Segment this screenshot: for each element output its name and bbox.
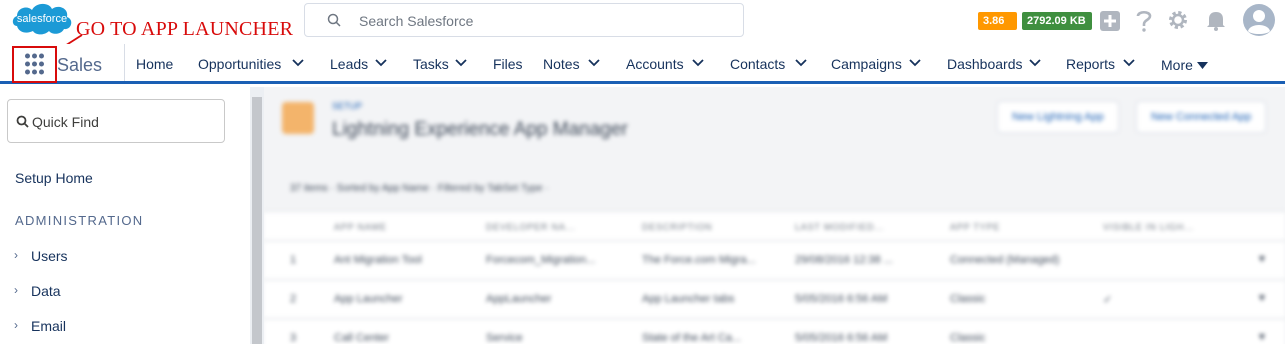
- chevron-down-icon[interactable]: [455, 59, 467, 67]
- column-header[interactable]: DESCRIPTION: [642, 222, 712, 232]
- search-icon: [16, 115, 29, 128]
- chevron-down-icon[interactable]: [1123, 59, 1135, 67]
- nav-item-contacts[interactable]: Contacts: [730, 56, 785, 72]
- cell-last-modified: 29/08/2016 12:38 ...: [795, 254, 893, 266]
- search-placeholder: Search Salesforce: [359, 13, 474, 29]
- chevron-down-icon[interactable]: [292, 59, 304, 67]
- chevron-right-icon[interactable]: ›: [14, 283, 18, 297]
- notification-bell-icon[interactable]: [1205, 9, 1227, 31]
- row-menu-icon[interactable]: ▼: [1257, 254, 1267, 265]
- new-lightning-app-button[interactable]: New Lightning App: [997, 101, 1119, 133]
- quick-find-placeholder: Quick Find: [32, 114, 99, 130]
- gear-icon[interactable]: [1167, 9, 1189, 31]
- chevron-down-icon[interactable]: [692, 59, 704, 67]
- cell-visible: ✓: [1103, 294, 1113, 306]
- global-header: salesforce Search Salesforce 3.86 s 2792…: [0, 0, 1285, 52]
- sidebar-scrollbar[interactable]: [250, 87, 264, 344]
- cell-developer-name: Forcecom_Migration...: [486, 254, 596, 266]
- column-header[interactable]: APP NAME: [334, 222, 387, 232]
- cell-description: App Launcher tabs: [642, 293, 735, 305]
- nav-item-leads[interactable]: Leads: [330, 56, 368, 72]
- tree-item-users[interactable]: Users: [31, 248, 68, 264]
- nav-divider: [124, 44, 125, 81]
- section-heading-administration: ADMINISTRATION: [15, 213, 144, 228]
- column-header[interactable]: APP TYPE: [950, 222, 1000, 232]
- new-connected-app-button[interactable]: New Connected App: [1136, 101, 1267, 133]
- table-row[interactable]: 2 App Launcher AppLauncher App Launcher …: [264, 281, 1285, 319]
- cell-app-name: App Launcher: [334, 293, 403, 305]
- cell-developer-name: Service: [486, 332, 523, 344]
- row-number: 2: [290, 293, 297, 305]
- logo-text: salesforce: [17, 13, 67, 25]
- cell-app-type: Classic: [950, 332, 986, 344]
- tree-item-data[interactable]: Data: [31, 283, 61, 299]
- chevron-down-icon[interactable]: [795, 59, 807, 67]
- global-search-box[interactable]: Search Salesforce: [304, 3, 744, 37]
- nav-item-more[interactable]: More: [1161, 57, 1193, 73]
- cell-app-type: Classic: [950, 293, 986, 305]
- chevron-down-icon[interactable]: [1029, 59, 1041, 67]
- help-icon[interactable]: [1135, 9, 1153, 33]
- annotation-text: GO TO APP LAUNCHER: [76, 18, 294, 40]
- app-manager-icon: [282, 102, 314, 134]
- setup-breadcrumb: SETUP: [332, 101, 363, 111]
- chevron-right-icon[interactable]: ›: [14, 248, 18, 262]
- nav-item-reports[interactable]: Reports: [1066, 56, 1115, 72]
- cell-app-name: Ant Migration Tool: [334, 254, 422, 266]
- app-manager-panel: SETUP Lightning Experience App Manager N…: [264, 87, 1285, 344]
- setup-sidebar: Quick Find Setup Home ADMINISTRATION › U…: [0, 87, 250, 344]
- cell-description: State of the Art Ca...: [642, 332, 742, 344]
- quick-find-input[interactable]: Quick Find: [7, 99, 225, 143]
- cell-last-modified: 5/05/2016 6:56 AM: [795, 293, 888, 305]
- column-header[interactable]: LAST MODIFIED...: [795, 222, 884, 232]
- nav-item-accounts[interactable]: Accounts: [626, 56, 684, 72]
- add-icon[interactable]: [1099, 10, 1121, 32]
- column-header[interactable]: DEVELOPER NA...: [486, 222, 576, 232]
- chevron-down-icon[interactable]: [588, 59, 600, 67]
- column-header[interactable]: VISIBLE IN LIGH...: [1103, 222, 1194, 232]
- row-number: 3: [290, 332, 297, 344]
- chevron-down-icon[interactable]: [375, 59, 387, 67]
- user-avatar-icon[interactable]: [1243, 4, 1275, 36]
- table-row[interactable]: 3 Call Center Service State of the Art C…: [264, 320, 1285, 344]
- tree-item-email[interactable]: Email: [31, 318, 66, 334]
- cell-developer-name: AppLauncher: [486, 293, 552, 305]
- blurred-content: SETUP Lightning Experience App Manager N…: [264, 87, 1285, 344]
- setup-home-link[interactable]: Setup Home: [15, 170, 93, 186]
- row-menu-icon[interactable]: ▼: [1257, 293, 1267, 304]
- cell-app-name: Call Center: [334, 332, 390, 344]
- nav-item-dashboards[interactable]: Dashboards: [947, 56, 1023, 72]
- timing-badge: 3.86 s: [978, 12, 1017, 45]
- app-launcher-button[interactable]: [12, 46, 57, 83]
- nav-item-opportunities[interactable]: Opportunities: [198, 56, 281, 72]
- nav-item-files[interactable]: Files: [493, 56, 523, 72]
- search-icon: [327, 13, 341, 27]
- table-header: APP NAME DEVELOPER NA... DESCRIPTION LAS…: [264, 211, 1285, 241]
- cell-app-type: Connected (Managed): [950, 254, 1060, 266]
- scrollbar-thumb[interactable]: [252, 97, 262, 344]
- table-row[interactable]: 1 Ant Migration Tool Forcecom_Migration.…: [264, 242, 1285, 280]
- nav-item-home[interactable]: Home: [136, 56, 173, 72]
- row-number: 1: [290, 254, 297, 266]
- nav-item-campaigns[interactable]: Campaigns: [831, 56, 902, 72]
- app-launcher-icon: [25, 53, 44, 75]
- nav-item-notes[interactable]: Notes: [543, 56, 580, 72]
- chevron-right-icon[interactable]: ›: [14, 318, 18, 332]
- page-title: Lightning Experience App Manager: [332, 119, 628, 140]
- app-name: Sales: [57, 55, 103, 75]
- cell-description: The Force.com Migra...: [642, 254, 756, 266]
- chevron-down-icon[interactable]: [909, 59, 921, 67]
- cell-last-modified: 5/05/2016 6:56 AM: [795, 332, 888, 344]
- memory-badge: 2792.09 KB: [1022, 12, 1092, 30]
- caret-down-icon[interactable]: [1197, 62, 1208, 69]
- row-menu-icon[interactable]: ▼: [1257, 332, 1267, 343]
- nav-item-tasks[interactable]: Tasks: [413, 56, 449, 72]
- list-summary: 37 items · Sorted by App Name · Filtered…: [290, 183, 549, 194]
- app-nav-bar: Sales Home Opportunities Leads Tasks Fil…: [0, 44, 1285, 84]
